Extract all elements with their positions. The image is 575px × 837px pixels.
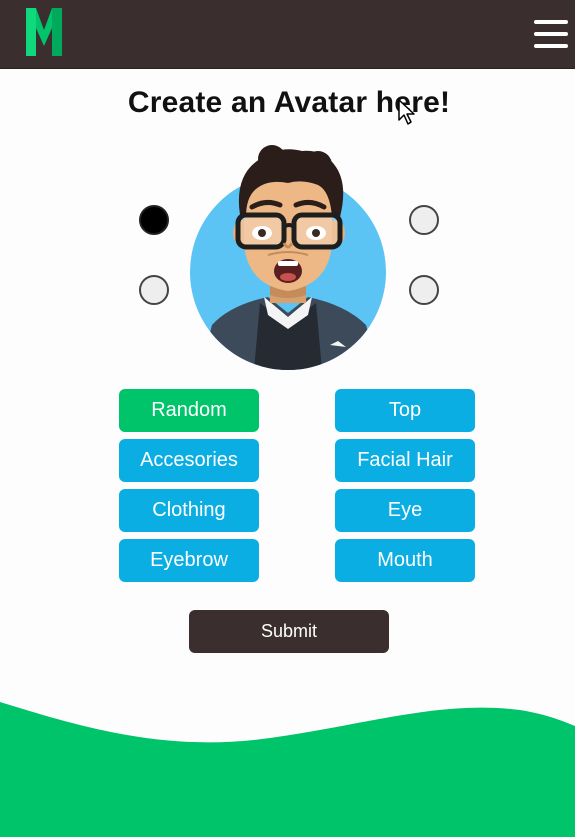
radio-option-left-top[interactable] bbox=[139, 205, 169, 235]
navbar bbox=[0, 0, 575, 69]
hamburger-menu-icon[interactable] bbox=[534, 20, 568, 50]
avatar-portrait-image bbox=[190, 145, 386, 370]
menu-bar bbox=[534, 44, 568, 48]
random-button[interactable]: Random bbox=[119, 389, 259, 432]
mouth-button[interactable]: Mouth bbox=[335, 539, 475, 582]
mouse-cursor-icon bbox=[398, 99, 415, 125]
eye-button[interactable]: Eye bbox=[335, 489, 475, 532]
accesories-button[interactable]: Accesories bbox=[119, 439, 259, 482]
radio-option-right-top[interactable] bbox=[409, 205, 439, 235]
radio-option-right-bottom[interactable] bbox=[409, 275, 439, 305]
logo-m-icon[interactable] bbox=[24, 6, 64, 58]
footer-wave bbox=[0, 702, 575, 837]
menu-bar bbox=[534, 20, 568, 24]
menu-bar bbox=[534, 32, 568, 36]
submit-button[interactable]: Submit bbox=[189, 610, 389, 653]
page-title: Create an Avatar here! bbox=[127, 86, 451, 119]
page: Create an Avatar here! Random Top Acceso… bbox=[0, 0, 575, 837]
radio-option-left-bottom[interactable] bbox=[139, 275, 169, 305]
top-button[interactable]: Top bbox=[335, 389, 475, 432]
clothing-button[interactable]: Clothing bbox=[119, 489, 259, 532]
eyebrow-button[interactable]: Eyebrow bbox=[119, 539, 259, 582]
facial-hair-button[interactable]: Facial Hair bbox=[335, 439, 475, 482]
